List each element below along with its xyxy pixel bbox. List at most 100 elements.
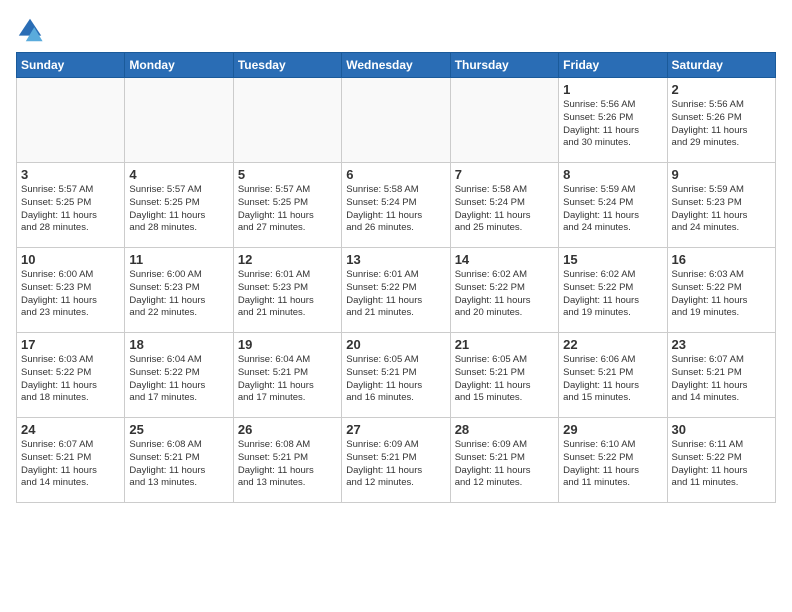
day-cell: 10Sunrise: 6:00 AM Sunset: 5:23 PM Dayli… [17, 248, 125, 333]
weekday-header-row: SundayMondayTuesdayWednesdayThursdayFrid… [17, 53, 776, 78]
day-info: Sunrise: 6:01 AM Sunset: 5:22 PM Dayligh… [346, 269, 445, 320]
day-info: Sunrise: 6:05 AM Sunset: 5:21 PM Dayligh… [346, 354, 445, 405]
weekday-header-sunday: Sunday [17, 53, 125, 78]
weekday-header-monday: Monday [125, 53, 233, 78]
day-cell: 9 Sunrise: 5:59 AM Sunset: 5:23 PM Daylig… [667, 163, 775, 248]
day-number: 20 [346, 337, 445, 352]
day-number: 30 [672, 422, 771, 437]
day-number: 24 [21, 422, 120, 437]
day-info: Sunrise: 6:08 AM Sunset: 5:21 PM Dayligh… [129, 439, 228, 490]
day-cell: 5 Sunrise: 5:57 AM Sunset: 5:25 PM Daylig… [233, 163, 341, 248]
weekday-header-thursday: Thursday [450, 53, 558, 78]
day-cell: 3 Sunrise: 5:57 AM Sunset: 5:25 PM Daylig… [17, 163, 125, 248]
day-info: Sunrise: 6:02 AM Sunset: 5:22 PM Dayligh… [455, 269, 554, 320]
day-info: Sunrise: 6:05 AM Sunset: 5:21 PM Dayligh… [455, 354, 554, 405]
logo [16, 16, 48, 44]
day-cell: 15 Sunrise: 6:02 AM Sunset: 5:22 PM Dayli… [559, 248, 667, 333]
day-cell: 14Sunrise: 6:02 AM Sunset: 5:22 PM Dayli… [450, 248, 558, 333]
weekday-header-saturday: Saturday [667, 53, 775, 78]
day-info: Sunrise: 6:09 AM Sunset: 5:21 PM Dayligh… [455, 439, 554, 490]
weekday-header-wednesday: Wednesday [342, 53, 450, 78]
day-cell: 27 Sunrise: 6:09 AM Sunset: 5:21 PM Dayli… [342, 418, 450, 503]
week-row-3: 17 Sunrise: 6:03 AM Sunset: 5:22 PM Dayli… [17, 333, 776, 418]
day-number: 19 [238, 337, 337, 352]
day-number: 10 [21, 252, 120, 267]
day-cell: 1Sunrise: 5:56 AM Sunset: 5:26 PM Daylig… [559, 78, 667, 163]
day-number: 12 [238, 252, 337, 267]
day-info: Sunrise: 6:10 AM Sunset: 5:22 PM Dayligh… [563, 439, 662, 490]
day-info: Sunrise: 5:57 AM Sunset: 5:25 PM Dayligh… [21, 184, 120, 235]
day-number: 27 [346, 422, 445, 437]
day-number: 18 [129, 337, 228, 352]
weekday-header-friday: Friday [559, 53, 667, 78]
day-cell [233, 78, 341, 163]
day-cell: 28 Sunrise: 6:09 AM Sunset: 5:21 PM Dayli… [450, 418, 558, 503]
day-cell [342, 78, 450, 163]
day-cell: 17 Sunrise: 6:03 AM Sunset: 5:22 PM Dayli… [17, 333, 125, 418]
day-info: Sunrise: 6:00 AM Sunset: 5:23 PM Dayligh… [129, 269, 228, 320]
day-number: 28 [455, 422, 554, 437]
day-number: 15 [563, 252, 662, 267]
day-cell: 4 Sunrise: 5:57 AM Sunset: 5:25 PM Daylig… [125, 163, 233, 248]
day-number: 22 [563, 337, 662, 352]
day-info: Sunrise: 5:57 AM Sunset: 5:25 PM Dayligh… [238, 184, 337, 235]
day-info: Sunrise: 6:03 AM Sunset: 5:22 PM Dayligh… [21, 354, 120, 405]
day-info: Sunrise: 6:03 AM Sunset: 5:22 PM Dayligh… [672, 269, 771, 320]
day-number: 3 [21, 167, 120, 182]
day-number: 26 [238, 422, 337, 437]
day-number: 4 [129, 167, 228, 182]
page-header [16, 16, 776, 44]
day-cell: 21 Sunrise: 6:05 AM Sunset: 5:21 PM Dayli… [450, 333, 558, 418]
day-cell: 2 Sunrise: 5:56 AM Sunset: 5:26 PM Daylig… [667, 78, 775, 163]
day-cell: 7Sunrise: 5:58 AM Sunset: 5:24 PM Daylig… [450, 163, 558, 248]
day-info: Sunrise: 6:11 AM Sunset: 5:22 PM Dayligh… [672, 439, 771, 490]
week-row-0: 1Sunrise: 5:56 AM Sunset: 5:26 PM Daylig… [17, 78, 776, 163]
day-cell [450, 78, 558, 163]
day-cell [17, 78, 125, 163]
day-cell: 29Sunrise: 6:10 AM Sunset: 5:22 PM Dayli… [559, 418, 667, 503]
day-cell [125, 78, 233, 163]
day-info: Sunrise: 6:07 AM Sunset: 5:21 PM Dayligh… [21, 439, 120, 490]
day-cell: 19 Sunrise: 6:04 AM Sunset: 5:21 PM Dayli… [233, 333, 341, 418]
day-number: 9 [672, 167, 771, 182]
day-cell: 18 Sunrise: 6:04 AM Sunset: 5:22 PM Dayli… [125, 333, 233, 418]
day-info: Sunrise: 6:08 AM Sunset: 5:21 PM Dayligh… [238, 439, 337, 490]
day-number: 6 [346, 167, 445, 182]
day-cell: 23 Sunrise: 6:07 AM Sunset: 5:21 PM Dayli… [667, 333, 775, 418]
day-info: Sunrise: 6:02 AM Sunset: 5:22 PM Dayligh… [563, 269, 662, 320]
day-info: Sunrise: 5:58 AM Sunset: 5:24 PM Dayligh… [346, 184, 445, 235]
day-number: 7 [455, 167, 554, 182]
day-info: Sunrise: 5:59 AM Sunset: 5:23 PM Dayligh… [672, 184, 771, 235]
day-number: 16 [672, 252, 771, 267]
day-number: 25 [129, 422, 228, 437]
day-number: 5 [238, 167, 337, 182]
day-info: Sunrise: 6:09 AM Sunset: 5:21 PM Dayligh… [346, 439, 445, 490]
day-info: Sunrise: 6:06 AM Sunset: 5:21 PM Dayligh… [563, 354, 662, 405]
day-number: 21 [455, 337, 554, 352]
day-cell: 20 Sunrise: 6:05 AM Sunset: 5:21 PM Dayli… [342, 333, 450, 418]
week-row-4: 24 Sunrise: 6:07 AM Sunset: 5:21 PM Dayli… [17, 418, 776, 503]
day-cell: 8Sunrise: 5:59 AM Sunset: 5:24 PM Daylig… [559, 163, 667, 248]
calendar: SundayMondayTuesdayWednesdayThursdayFrid… [16, 52, 776, 503]
day-info: Sunrise: 6:04 AM Sunset: 5:22 PM Dayligh… [129, 354, 228, 405]
day-cell: 30 Sunrise: 6:11 AM Sunset: 5:22 PM Dayli… [667, 418, 775, 503]
day-info: Sunrise: 6:01 AM Sunset: 5:23 PM Dayligh… [238, 269, 337, 320]
day-number: 8 [563, 167, 662, 182]
day-number: 11 [129, 252, 228, 267]
day-cell: 24 Sunrise: 6:07 AM Sunset: 5:21 PM Dayli… [17, 418, 125, 503]
week-row-1: 3 Sunrise: 5:57 AM Sunset: 5:25 PM Daylig… [17, 163, 776, 248]
day-info: Sunrise: 6:04 AM Sunset: 5:21 PM Dayligh… [238, 354, 337, 405]
weekday-header-tuesday: Tuesday [233, 53, 341, 78]
day-info: Sunrise: 5:56 AM Sunset: 5:26 PM Dayligh… [563, 99, 662, 150]
day-number: 23 [672, 337, 771, 352]
day-info: Sunrise: 5:57 AM Sunset: 5:25 PM Dayligh… [129, 184, 228, 235]
day-cell: 11 Sunrise: 6:00 AM Sunset: 5:23 PM Dayli… [125, 248, 233, 333]
day-info: Sunrise: 5:56 AM Sunset: 5:26 PM Dayligh… [672, 99, 771, 150]
day-number: 17 [21, 337, 120, 352]
day-number: 13 [346, 252, 445, 267]
day-cell: 6 Sunrise: 5:58 AM Sunset: 5:24 PM Daylig… [342, 163, 450, 248]
logo-icon [16, 16, 44, 44]
day-info: Sunrise: 6:07 AM Sunset: 5:21 PM Dayligh… [672, 354, 771, 405]
day-number: 2 [672, 82, 771, 97]
day-cell: 12 Sunrise: 6:01 AM Sunset: 5:23 PM Dayli… [233, 248, 341, 333]
